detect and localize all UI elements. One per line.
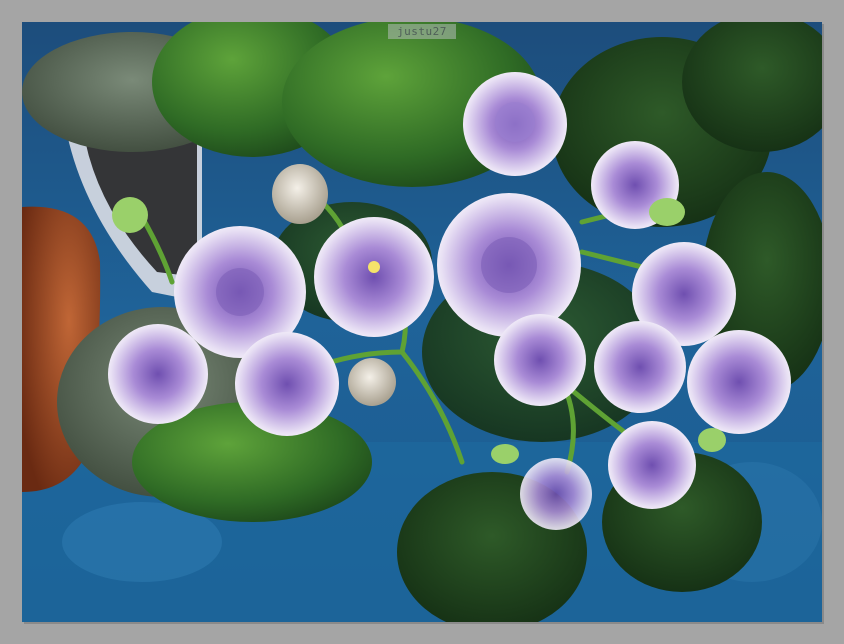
flower — [314, 217, 434, 337]
flower — [437, 193, 581, 337]
watermark-text: justu27 — [388, 24, 456, 39]
flower — [594, 321, 686, 413]
flower — [463, 72, 567, 176]
photo-canvas — [22, 22, 822, 622]
bud — [491, 444, 519, 464]
flower — [608, 421, 696, 509]
bud — [112, 197, 148, 233]
flower — [687, 330, 791, 434]
flower — [520, 458, 592, 530]
bud — [649, 198, 685, 226]
bud — [698, 428, 726, 452]
flower — [108, 324, 208, 424]
bud — [272, 164, 328, 224]
flower — [235, 332, 339, 436]
flower-photo: justu27 — [22, 22, 822, 622]
bud — [348, 358, 396, 406]
flower — [494, 314, 586, 406]
photo-frame: justu27 — [0, 0, 844, 644]
